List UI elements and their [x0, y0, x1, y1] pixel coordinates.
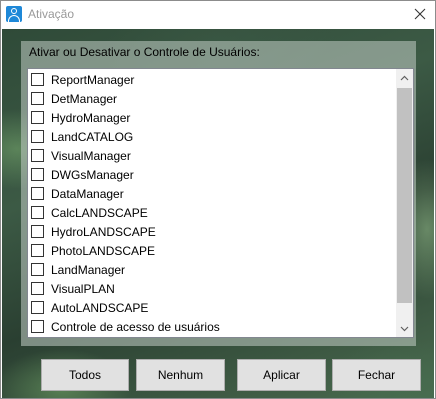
select-none-button[interactable]: Nenhum — [136, 359, 225, 391]
checkbox[interactable] — [31, 225, 44, 238]
checkbox[interactable] — [31, 168, 44, 181]
group-label: Ativar ou Desativar o Controle de Usuári… — [29, 45, 260, 59]
checkbox[interactable] — [31, 206, 44, 219]
chevron-up-icon — [400, 75, 409, 80]
list-item-label: VisualPLAN — [51, 281, 115, 296]
list-item[interactable]: Controle de acesso de usuários — [31, 317, 391, 336]
scroll-up-button[interactable] — [396, 69, 413, 86]
checkbox[interactable] — [31, 73, 44, 86]
list-item[interactable]: VisualPLAN — [31, 279, 391, 298]
list-item-label: DataManager — [51, 186, 124, 201]
checkbox[interactable] — [31, 111, 44, 124]
list-item[interactable]: DWGsManager — [31, 165, 391, 184]
apply-button[interactable]: Aplicar — [237, 359, 326, 391]
list-item[interactable]: ReportManager — [31, 70, 391, 89]
checkbox[interactable] — [31, 263, 44, 276]
user-icon — [6, 6, 22, 22]
activation-dialog: Ativação Ativar ou Desativar o Controle … — [0, 0, 436, 399]
vertical-scrollbar[interactable] — [396, 69, 413, 337]
title-bar: Ativação — [1, 1, 435, 29]
list-item-label: PhotoLANDSCAPE — [51, 243, 156, 258]
list-item-label: CalcLANDSCAPE — [51, 205, 148, 220]
list-item[interactable]: PhotoLANDSCAPE — [31, 241, 391, 260]
list-item-label: HydroManager — [51, 110, 131, 125]
list-item-label: HydroLANDSCAPE — [51, 224, 156, 239]
list-item[interactable]: DataManager — [31, 184, 391, 203]
select-all-button[interactable]: Todos — [41, 359, 129, 391]
list-item[interactable]: HydroManager — [31, 108, 391, 127]
chevron-down-icon — [400, 326, 409, 331]
list-item-label: Controle de acesso de usuários — [51, 319, 220, 334]
list-item-label: DetManager — [51, 91, 118, 106]
window-title: Ativação — [28, 7, 75, 21]
close-button[interactable]: Fechar — [332, 359, 421, 391]
close-icon[interactable] — [409, 4, 431, 24]
scroll-thumb[interactable] — [397, 88, 412, 303]
list-item[interactable]: AutoLANDSCAPE — [31, 298, 391, 317]
list-item[interactable]: LandCATALOG — [31, 127, 391, 146]
checkbox[interactable] — [31, 320, 44, 333]
checkbox[interactable] — [31, 301, 44, 314]
list-item[interactable]: DetManager — [31, 89, 391, 108]
list-item-label: AutoLANDSCAPE — [51, 300, 149, 315]
list-item-label: LandManager — [51, 262, 126, 277]
list-item-label: ReportManager — [51, 72, 135, 87]
list-item[interactable]: VisualManager — [31, 146, 391, 165]
checkbox[interactable] — [31, 244, 44, 257]
checkbox[interactable] — [31, 282, 44, 295]
module-checklist[interactable]: Controle de acesso de usuários AutoLANDSC… — [27, 68, 414, 338]
scroll-down-button[interactable] — [396, 320, 413, 337]
list-item-label: LandCATALOG — [51, 129, 134, 144]
checkbox[interactable] — [31, 130, 44, 143]
checkbox[interactable] — [31, 187, 44, 200]
list-item[interactable]: CalcLANDSCAPE — [31, 203, 391, 222]
list-item[interactable]: HydroLANDSCAPE — [31, 222, 391, 241]
checkbox[interactable] — [31, 149, 44, 162]
checkbox[interactable] — [31, 92, 44, 105]
list-item-label: DWGsManager — [51, 167, 134, 182]
list-item[interactable]: LandManager — [31, 260, 391, 279]
list-item-label: VisualManager — [51, 148, 131, 163]
